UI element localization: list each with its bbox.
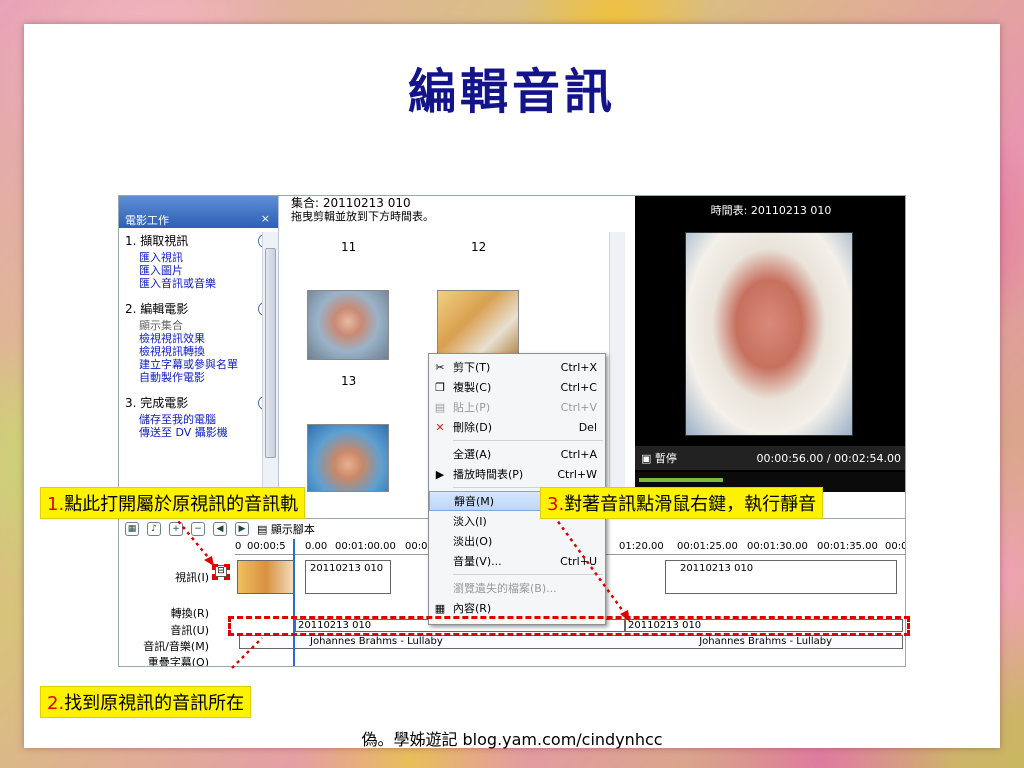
callout-text: 點此打開屬於原視訊的音訊軌 — [64, 494, 299, 515]
callout-number: 2. — [47, 693, 65, 714]
arrowhead-1 — [204, 556, 214, 566]
callout-step-1: 1.點此打開屬於原視訊的音訊軌 — [40, 487, 306, 519]
callout-step-2: 2.找到原視訊的音訊所在 — [40, 686, 252, 718]
arrow-line-2 — [231, 637, 263, 669]
callout-text: 找到原視訊的音訊所在 — [64, 693, 245, 714]
callout-number: 3. — [547, 494, 565, 515]
arrow-line-3 — [552, 515, 630, 619]
callout-number: 1. — [47, 494, 65, 515]
annotation-arrows — [173, 515, 630, 669]
arrow-line-1 — [173, 515, 213, 563]
slide-footer: 偽。學姊遊記 blog.yam.com/cindynhcc — [361, 730, 663, 749]
callout-text: 對著音訊點滑鼠右鍵，執行靜音 — [564, 494, 817, 515]
arrowhead-3 — [620, 610, 630, 622]
callout-step-3: 3.對著音訊點滑鼠右鍵，執行靜音 — [540, 487, 824, 519]
